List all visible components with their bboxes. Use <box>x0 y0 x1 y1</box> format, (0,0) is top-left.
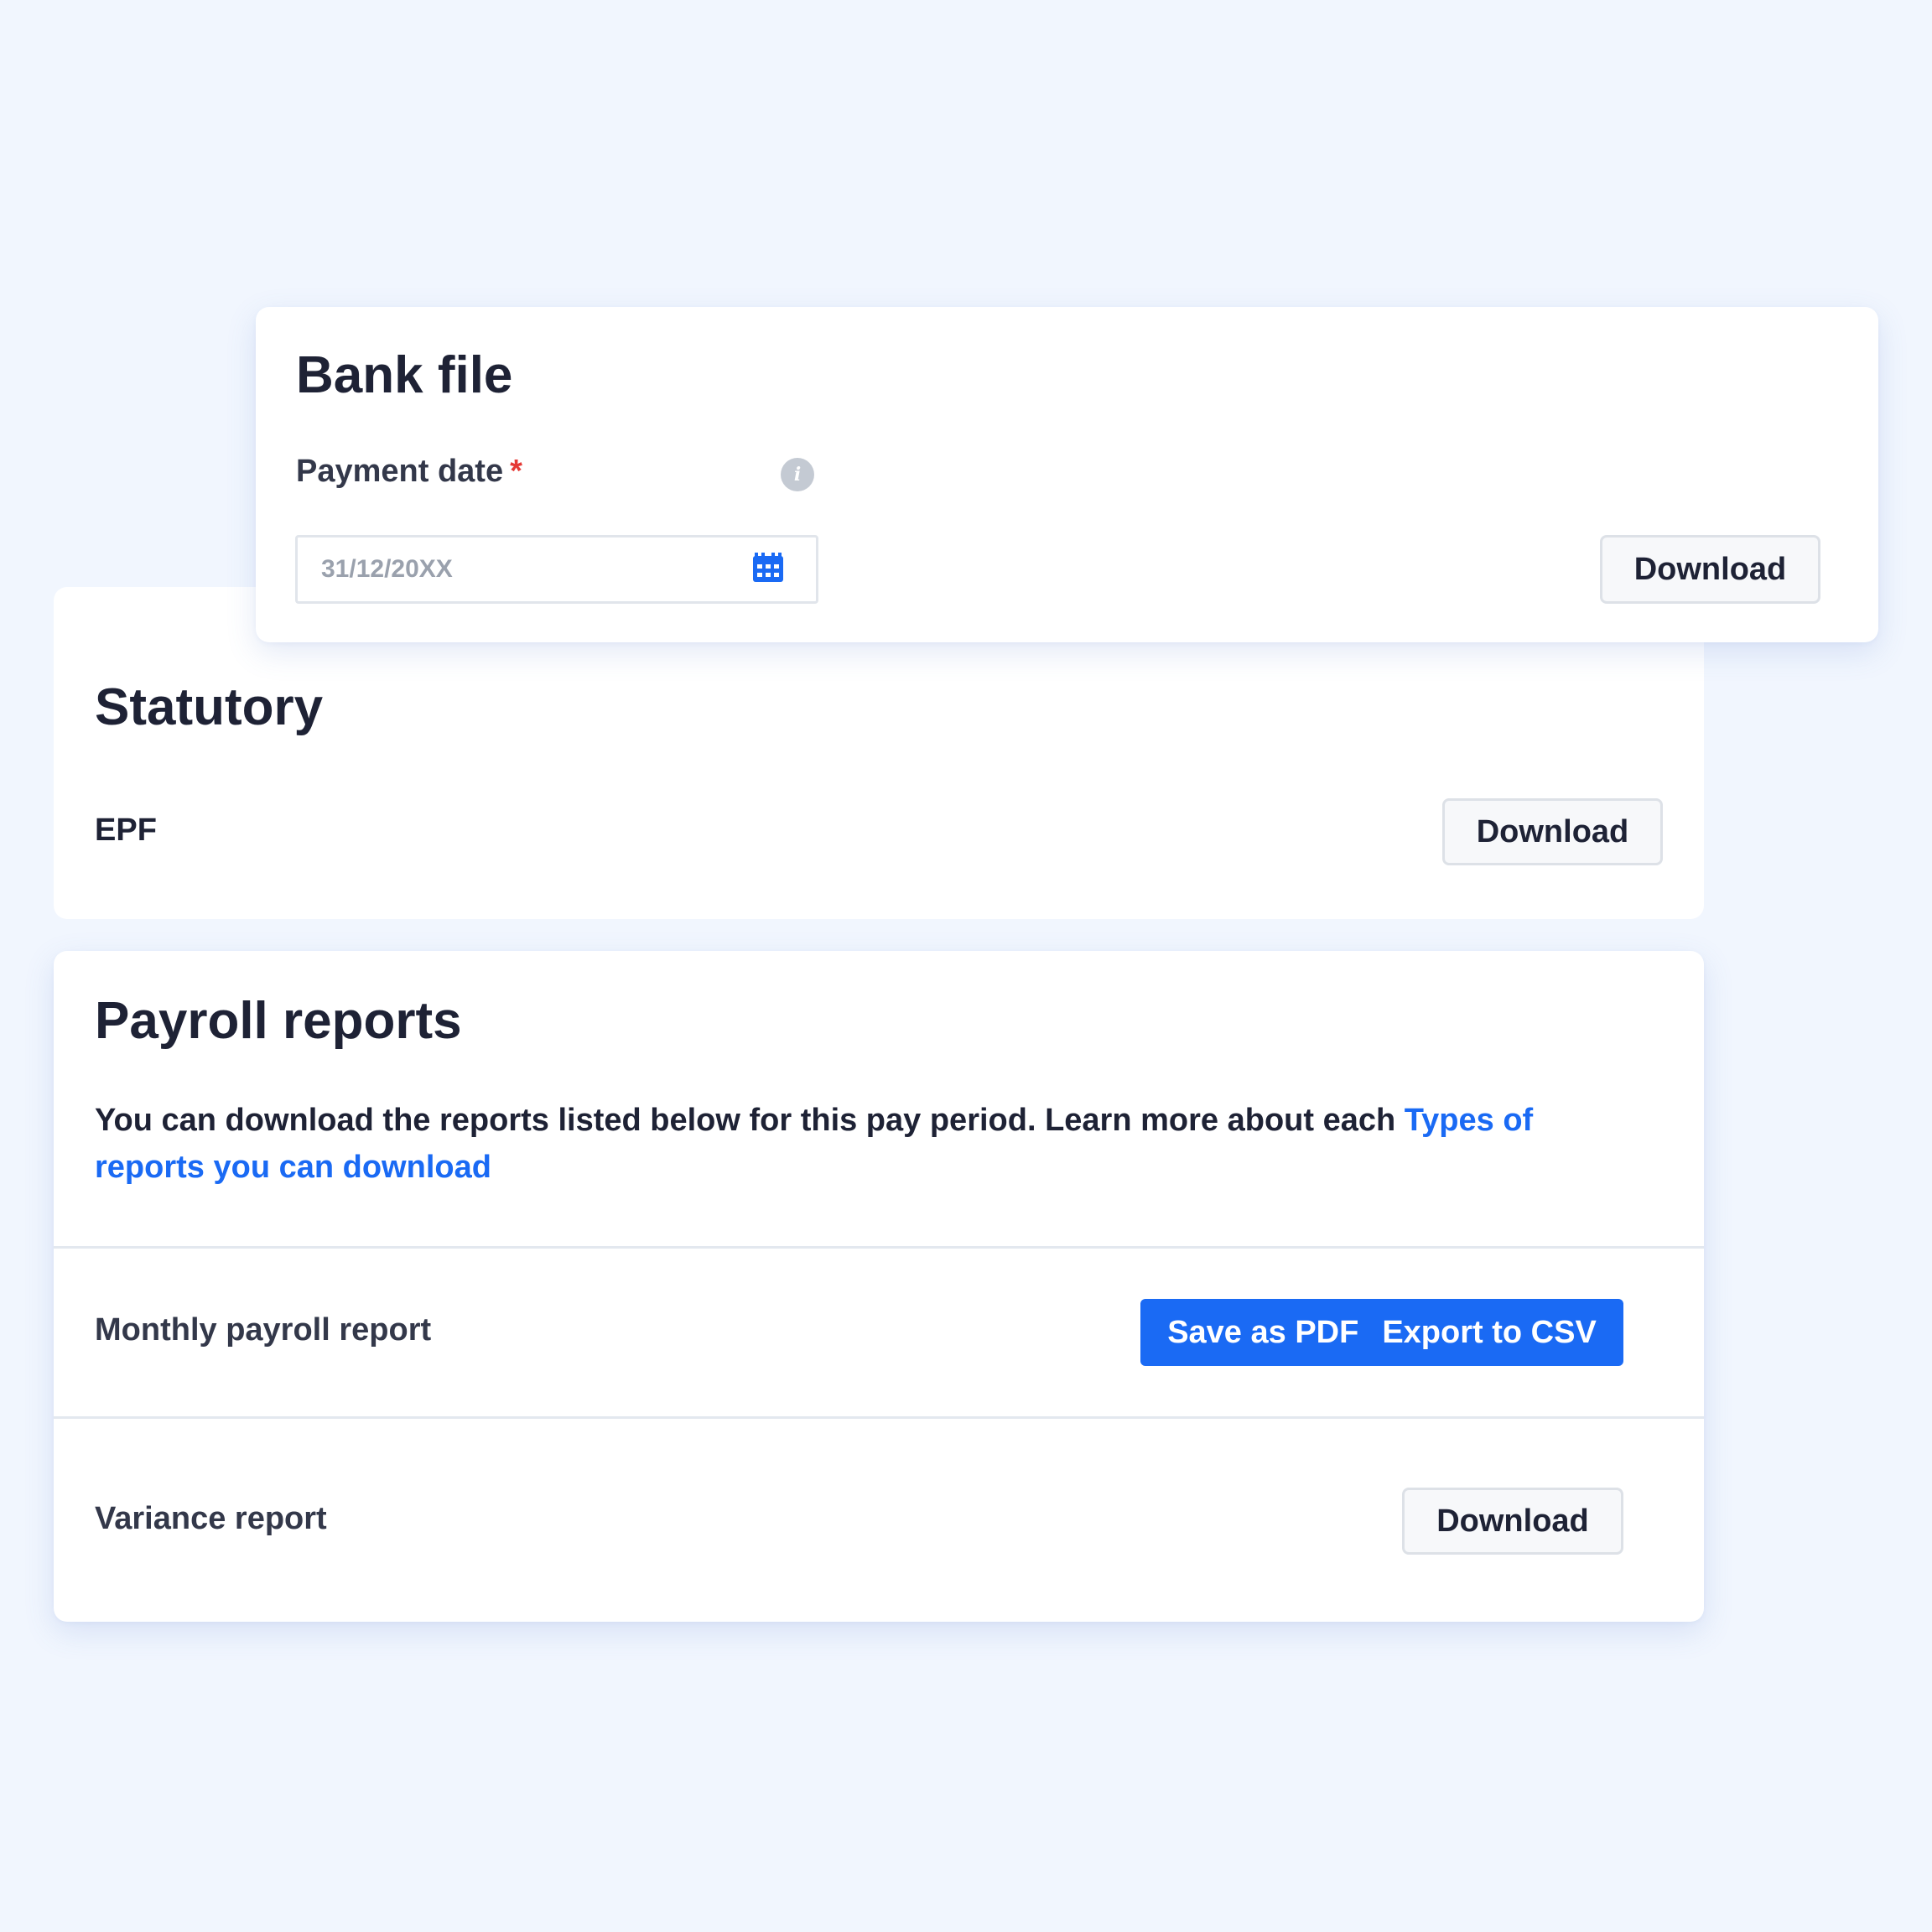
payment-date-label-text: Payment date <box>296 454 504 489</box>
required-marker: * <box>510 454 522 489</box>
page: { "bank_file": { "title": "Bank file", "… <box>0 0 1932 1932</box>
payroll-reports-description: You can download the reports listed belo… <box>95 1097 1621 1191</box>
payroll-reports-title: Payroll reports <box>95 992 462 1050</box>
epf-download-button[interactable]: Download <box>1442 798 1663 865</box>
info-icon[interactable]: i <box>781 458 814 491</box>
bank-file-card: Bank file Payment date* i Download <box>256 307 1878 642</box>
divider <box>54 1416 1704 1419</box>
variance-report-download-button[interactable]: Download <box>1402 1488 1623 1555</box>
variance-report-label: Variance report <box>95 1501 327 1536</box>
monthly-payroll-report-actions: Save as PDF Export to CSV <box>1140 1299 1623 1366</box>
epf-label: EPF <box>95 813 157 848</box>
payment-date-field[interactable] <box>295 535 818 604</box>
statutory-title: Statutory <box>95 678 324 736</box>
bank-file-title: Bank file <box>296 346 513 404</box>
payroll-reports-description-text: You can download the reports listed belo… <box>95 1103 1396 1138</box>
monthly-payroll-report-label: Monthly payroll report <box>95 1312 432 1348</box>
payment-date-input[interactable] <box>321 538 724 601</box>
save-as-pdf-button[interactable]: Save as PDF <box>1156 1299 1370 1366</box>
divider <box>54 1246 1704 1249</box>
payroll-reports-card: Payroll reports You can download the rep… <box>54 951 1704 1622</box>
calendar-icon[interactable] <box>751 550 785 584</box>
bank-file-download-button[interactable]: Download <box>1600 535 1820 604</box>
export-to-csv-button[interactable]: Export to CSV <box>1370 1299 1607 1366</box>
payment-date-label: Payment date * <box>296 453 522 490</box>
